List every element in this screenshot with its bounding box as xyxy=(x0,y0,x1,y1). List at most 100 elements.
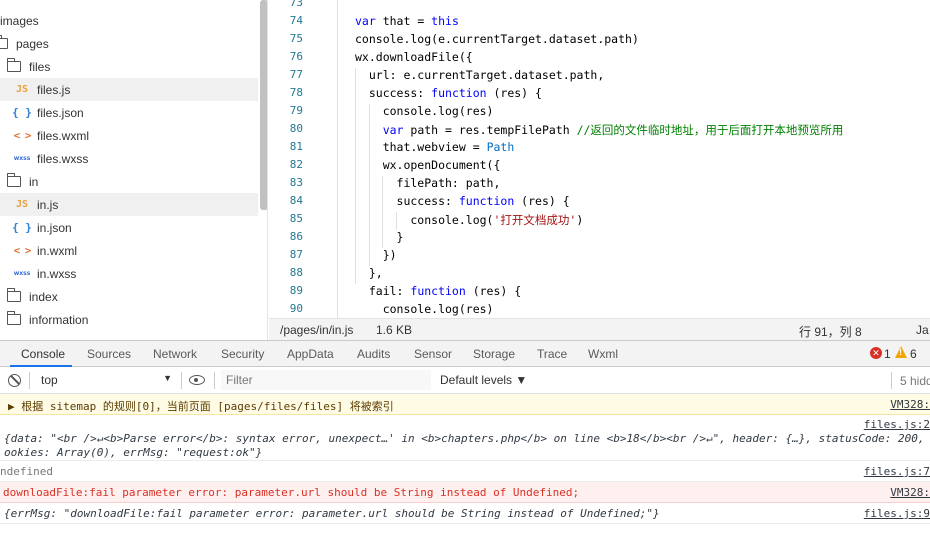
tree-item-files-json[interactable]: { } files.json xyxy=(0,101,258,124)
tab-sensor[interactable]: Sensor xyxy=(414,341,452,367)
code-line[interactable]: console.log(e.currentTarget.dataset.path… xyxy=(355,32,639,46)
line-number: 84 xyxy=(289,194,303,207)
folder-icon xyxy=(0,35,8,49)
error-icon[interactable]: ✕ xyxy=(870,347,882,359)
toolbar-divider xyxy=(29,372,30,389)
tab-wxml[interactable]: Wxml xyxy=(588,341,618,367)
code-line[interactable]: filePath: path, xyxy=(355,176,501,190)
file-path: /pages/in/in.js xyxy=(280,323,354,337)
tree-scrollbar[interactable] xyxy=(260,0,267,210)
console-message-warning[interactable]: ▶ 根据 sitemap 的规则[0]，当前页面 [pages/files/fi… xyxy=(0,394,930,415)
json-file-icon: { } xyxy=(12,221,32,234)
line-number: 77 xyxy=(289,68,303,81)
tree-item-index[interactable]: index xyxy=(0,285,258,308)
tab-security[interactable]: Security xyxy=(221,341,264,367)
line-number: 76 xyxy=(289,50,303,63)
tree-item-files-folder[interactable]: files xyxy=(0,55,258,78)
code-line[interactable]: console.log(res) xyxy=(355,104,494,118)
code-line[interactable]: wx.downloadFile({ xyxy=(355,50,473,64)
tree-item-label: in xyxy=(29,174,39,189)
tree-item-pages[interactable]: pages xyxy=(0,32,258,55)
warning-icon[interactable] xyxy=(895,346,907,358)
tree-item-label: files xyxy=(29,59,51,74)
devtools-tab-bar: Console Sources Network Security AppData… xyxy=(0,340,930,367)
line-number: 75 xyxy=(289,32,303,45)
message-text: ookies: Array(0), errMsg: "request:ok"} xyxy=(4,446,263,459)
code-line[interactable]: }) xyxy=(355,248,397,262)
code-line[interactable]: success: function (res) { xyxy=(355,86,542,100)
console-message-error[interactable]: downloadFile:fail parameter error: param… xyxy=(0,482,930,503)
tab-console[interactable]: Console xyxy=(21,341,65,367)
code-line[interactable]: that.webview = Path xyxy=(355,140,515,154)
tree-item-information[interactable]: information xyxy=(0,308,258,331)
tree-item-files-wxml[interactable]: < > files.wxml xyxy=(0,124,258,147)
message-source-link[interactable]: VM328: xyxy=(890,398,930,411)
log-levels-dropdown[interactable]: Default levels ▼ xyxy=(440,373,527,387)
tab-network[interactable]: Network xyxy=(153,341,197,367)
code-editor[interactable]: 73 74 var that = this 75 console.log(e.curre… xyxy=(269,0,930,318)
tree-item-images[interactable]: images xyxy=(0,9,258,32)
console-message-log[interactable]: {errMsg: "downloadFile:fail parameter er… xyxy=(0,503,930,524)
cursor-position[interactable]: 行 91，列 8 xyxy=(799,323,862,340)
code-line[interactable]: console.log('打开文档成功') xyxy=(355,212,583,228)
eye-icon[interactable] xyxy=(189,375,205,385)
toolbar-divider xyxy=(891,372,892,389)
line-number: 82 xyxy=(289,158,303,171)
line-number: 89 xyxy=(289,284,303,297)
tab-sources[interactable]: Sources xyxy=(87,341,131,367)
code-line[interactable]: console.log(res) xyxy=(355,302,494,316)
tree-item-label: in.js xyxy=(37,197,59,212)
tree-item-in-wxss[interactable]: wxss in.wxss xyxy=(0,262,258,285)
message-source-link[interactable]: files.js:7 xyxy=(864,465,930,478)
tree-item-label: in.wxss xyxy=(37,266,77,281)
tab-trace[interactable]: Trace xyxy=(537,341,567,367)
line-number: 74 xyxy=(289,14,303,27)
clear-console-icon[interactable] xyxy=(8,374,21,387)
folder-open-icon xyxy=(6,58,21,72)
filter-input[interactable] xyxy=(221,370,431,390)
console-message-log[interactable]: ndefined files.js:7 xyxy=(0,461,930,482)
code-line[interactable]: wx.openDocument({ xyxy=(355,158,501,172)
tab-appdata[interactable]: AppData xyxy=(287,341,334,367)
language-mode[interactable]: Ja xyxy=(916,323,929,337)
console-toolbar: top ▼ Default levels ▼ 5 hidd xyxy=(0,367,930,394)
tree-item-in-json[interactable]: { } in.json xyxy=(0,216,258,239)
js-file-icon: JS xyxy=(15,199,29,210)
error-count[interactable]: 1 xyxy=(884,341,891,367)
code-line[interactable]: var that = this xyxy=(355,14,459,28)
line-number: 83 xyxy=(289,176,303,189)
context-selector[interactable]: top ▼ xyxy=(32,369,180,391)
line-number: 81 xyxy=(289,140,303,153)
indent-guide xyxy=(337,0,338,318)
tree-item-in-folder[interactable]: in xyxy=(0,170,258,193)
tree-item-label: files.js xyxy=(37,82,71,97)
message-text: {data: "<br />↵<b>Parse error</b>: synta… xyxy=(4,432,925,445)
folder-icon xyxy=(6,288,21,302)
code-line[interactable]: } xyxy=(355,230,404,244)
folder-open-icon xyxy=(6,173,21,187)
tree-item-in-js[interactable]: JS in.js xyxy=(0,193,258,216)
code-line[interactable]: fail: function (res) { xyxy=(355,284,521,298)
message-source-link[interactable]: files.js:2 xyxy=(864,418,930,431)
message-text: ▶ 根据 sitemap 的规则[0]，当前页面 [pages/files/fi… xyxy=(8,400,394,413)
message-source-link[interactable]: files.js:9 xyxy=(864,507,930,520)
code-line[interactable]: success: function (res) { xyxy=(355,194,570,208)
message-text: ndefined xyxy=(0,465,53,478)
tab-storage[interactable]: Storage xyxy=(473,341,515,367)
tree-item-files-js[interactable]: JS files.js xyxy=(0,78,258,101)
code-line[interactable]: }, xyxy=(355,266,383,280)
warning-count[interactable]: 6 xyxy=(910,341,917,367)
console-message-log[interactable]: files.js:2 {data: "<br />↵<b>Parse error… xyxy=(0,415,930,461)
code-line[interactable]: var path = res.tempFilePath //返回的文件临时地址，… xyxy=(355,122,844,138)
line-number: 78 xyxy=(289,86,303,99)
file-tree: images pages files JS files.js { } files… xyxy=(0,0,268,340)
wxss-file-icon: wxss xyxy=(13,155,31,162)
tree-item-in-wxml[interactable]: < > in.wxml xyxy=(0,239,258,262)
code-line[interactable]: url: e.currentTarget.dataset.path, xyxy=(355,68,604,82)
line-number: 80 xyxy=(289,122,303,135)
message-source-link[interactable]: VM328: xyxy=(890,486,930,499)
tree-item-files-wxss[interactable]: wxss files.wxss xyxy=(0,147,258,170)
message-text: downloadFile:fail parameter error: param… xyxy=(3,486,580,499)
line-number: 87 xyxy=(289,248,303,261)
tab-audits[interactable]: Audits xyxy=(357,341,390,367)
